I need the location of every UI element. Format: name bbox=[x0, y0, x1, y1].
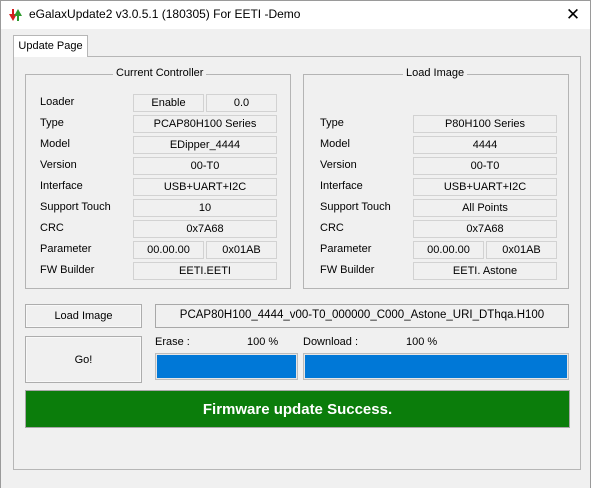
download-progress-bar bbox=[303, 353, 569, 380]
load-image-button[interactable]: Load Image bbox=[25, 304, 142, 328]
cc-parameter-value: 00.00.00 bbox=[133, 241, 204, 259]
cc-type-value: PCAP80H100 Series bbox=[133, 115, 277, 133]
li-version-value: 00-T0 bbox=[413, 157, 557, 175]
li-label-interface: Interface bbox=[320, 180, 363, 192]
cc-label-model: Model bbox=[40, 138, 70, 150]
download-label: Download : bbox=[303, 336, 359, 348]
cc-label-parameter: Parameter bbox=[40, 243, 92, 255]
cc-fw-builder-value: EETI.EETI bbox=[133, 262, 277, 280]
erase-label: Erase : bbox=[155, 336, 190, 348]
tab-update-page[interactable]: Update Page bbox=[13, 35, 88, 57]
go-button[interactable]: Go! bbox=[25, 336, 142, 383]
cc-interface-value: USB+UART+I2C bbox=[133, 178, 277, 196]
erase-progress-bar bbox=[155, 353, 298, 380]
li-parameter-value2: 0x01AB bbox=[486, 241, 557, 259]
li-fw-builder-value: EETI. Astone bbox=[413, 262, 557, 280]
cc-label-fw-builder: FW Builder bbox=[40, 264, 95, 276]
cc-label-loader: Loader bbox=[40, 96, 75, 108]
status-message: Firmware update Success. bbox=[202, 400, 393, 418]
li-label-parameter: Parameter bbox=[320, 243, 372, 255]
cc-label-support-touch: Support Touch bbox=[40, 201, 111, 213]
li-label-type: Type bbox=[320, 117, 344, 129]
go-button-label: Go! bbox=[26, 337, 141, 382]
li-label-version: Version bbox=[320, 159, 357, 171]
cc-model-value: EDipper_4444 bbox=[133, 136, 277, 154]
cc-crc-value: 0x7A68 bbox=[133, 220, 277, 238]
load-image-button-label: Load Image bbox=[26, 305, 141, 327]
li-support-touch-value: All Points bbox=[413, 199, 557, 217]
current-controller-title: Current Controller bbox=[113, 67, 207, 79]
app-arrows-icon bbox=[9, 9, 22, 21]
cc-parameter-value2: 0x01AB bbox=[206, 241, 277, 259]
cc-loader-value: Enable bbox=[133, 94, 204, 112]
cc-label-version: Version bbox=[40, 159, 77, 171]
li-parameter-value: 00.00.00 bbox=[413, 241, 484, 259]
erase-percent: 100 % bbox=[247, 336, 279, 348]
cc-loader-version-value: 0.0 bbox=[206, 94, 277, 112]
erase-progress-fill bbox=[157, 355, 296, 378]
li-label-model: Model bbox=[320, 138, 350, 150]
download-percent: 100 % bbox=[406, 336, 438, 348]
li-label-crc: CRC bbox=[320, 222, 344, 234]
li-label-fw-builder: FW Builder bbox=[320, 264, 375, 276]
cc-label-interface: Interface bbox=[40, 180, 83, 192]
bottom-strip bbox=[0, 488, 591, 494]
cc-support-touch-value: 10 bbox=[133, 199, 277, 217]
load-image-title: Load Image bbox=[403, 67, 468, 79]
li-model-value: 4444 bbox=[413, 136, 557, 154]
li-crc-value: 0x7A68 bbox=[413, 220, 557, 238]
cc-label-type: Type bbox=[40, 117, 64, 129]
download-progress-fill bbox=[305, 355, 567, 378]
cc-version-value: 00-T0 bbox=[133, 157, 277, 175]
close-icon[interactable]: ✕ bbox=[561, 4, 585, 26]
window-title: eGalaxUpdate2 v3.0.5.1 (180305) For EETI… bbox=[29, 7, 301, 21]
image-file-path: PCAP80H100_4444_v00-T0_000000_C000_Aston… bbox=[155, 304, 569, 328]
li-label-support-touch: Support Touch bbox=[320, 201, 391, 213]
cc-label-crc: CRC bbox=[40, 222, 64, 234]
li-type-value: P80H100 Series bbox=[413, 115, 557, 133]
li-interface-value: USB+UART+I2C bbox=[413, 178, 557, 196]
status-banner: Firmware update Success. bbox=[25, 390, 570, 428]
